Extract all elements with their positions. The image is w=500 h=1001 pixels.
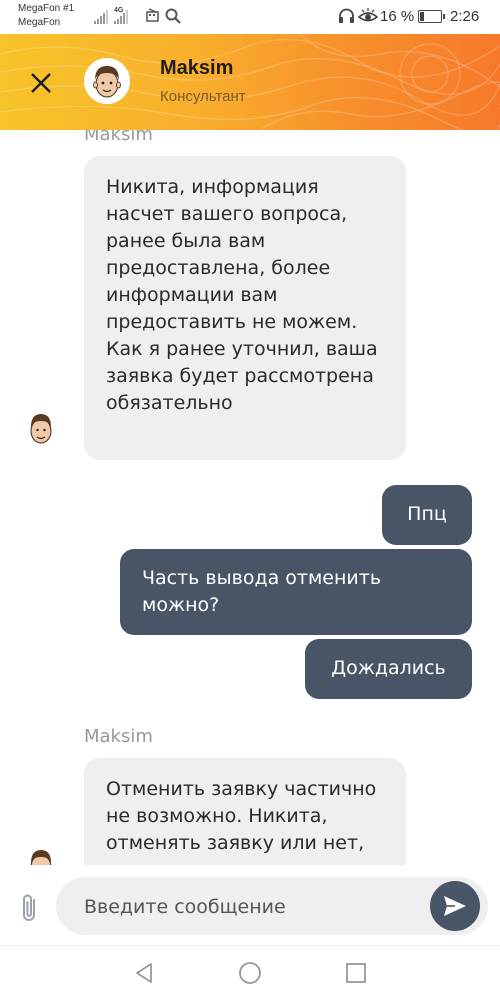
battery-icon [418,10,445,23]
message-list[interactable]: Maksim Никита, информация насчет вашего … [0,130,500,865]
home-icon [239,962,261,984]
paperclip-icon [23,894,35,921]
recents-icon [346,963,366,983]
message-composer [0,865,500,945]
send-button[interactable] [430,881,480,931]
search-icon [165,8,181,27]
home-button[interactable] [238,961,262,985]
send-icon [444,896,466,916]
outgoing-message: Ппц [382,485,472,545]
contact-name: Maksim [160,57,234,79]
recents-button[interactable] [344,961,368,985]
carrier-name-secondary: MegaFon [18,17,61,28]
chat-header: Maksim Консультант [0,34,500,130]
carrier-name-primary: MegaFon #1 [18,3,75,14]
close-icon [31,73,51,93]
clock: 2:26 [450,8,480,25]
sender-avatar [26,846,56,865]
system-nav-bar [0,945,500,1001]
sim-icon [146,8,159,25]
avatar [84,58,130,104]
incoming-message: Никита, информация насчет вашего вопроса… [84,156,406,460]
signal-icon [94,10,108,24]
back-button[interactable] [132,961,156,985]
message-input-container [56,877,488,935]
headphones-icon [338,8,355,27]
attach-button[interactable] [16,891,44,925]
status-bar: MegaFon #1 MegaFon 4G 16 % 2:26 [0,0,500,34]
signal-icon [114,10,128,24]
battery-percentage: 16 % [380,8,415,25]
eye-icon [357,8,379,27]
sender-name: Maksim [84,130,153,145]
back-icon [136,963,152,983]
outgoing-message: Часть вывода отменить можно? [120,549,472,635]
contact-role: Консультант [160,88,246,105]
outgoing-message: Дождались [305,639,472,699]
sender-name: Maksim [84,726,153,747]
incoming-message: Отменить заявку частично не возможно. Ни… [84,758,406,865]
sender-avatar [26,410,56,450]
message-input[interactable] [82,891,416,923]
topographic-background [0,34,500,130]
close-button[interactable] [26,68,56,98]
